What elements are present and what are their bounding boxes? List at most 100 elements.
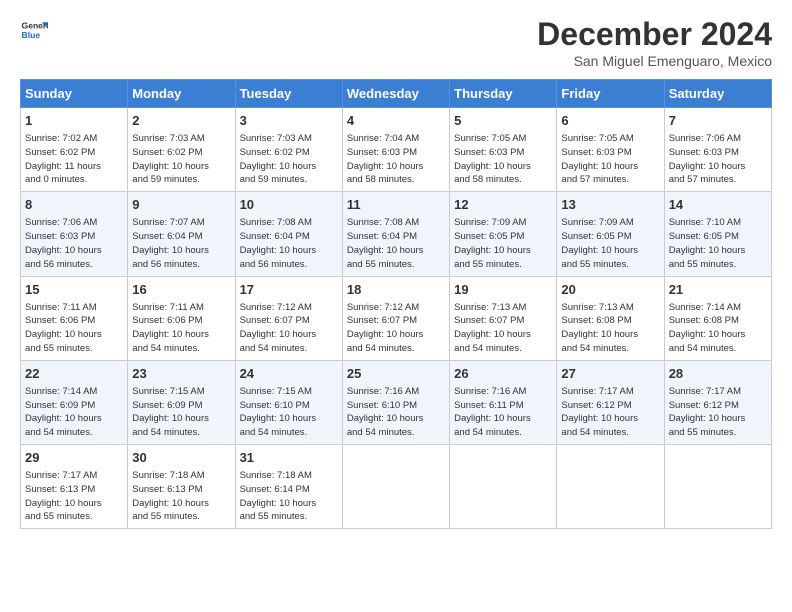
day-number: 12	[454, 196, 552, 214]
day-number: 13	[561, 196, 659, 214]
day-info: Sunrise: 7:18 AM Sunset: 6:14 PM Dayligh…	[240, 469, 338, 524]
calendar-subtitle: San Miguel Emenguaro, Mexico	[537, 53, 772, 69]
day-info: Sunrise: 7:11 AM Sunset: 6:06 PM Dayligh…	[25, 301, 123, 356]
day-info: Sunrise: 7:17 AM Sunset: 6:12 PM Dayligh…	[561, 385, 659, 440]
calendar-cell: 27 Sunrise: 7:17 AM Sunset: 6:12 PM Dayli…	[557, 360, 664, 444]
calendar-cell: 28Sunrise: 7:17 AM Sunset: 6:12 PM Dayli…	[664, 360, 771, 444]
calendar-cell: 13 Sunrise: 7:09 AM Sunset: 6:05 PM Dayli…	[557, 192, 664, 276]
calendar-cell	[450, 445, 557, 529]
day-number: 14	[669, 196, 767, 214]
day-number: 1	[25, 112, 123, 130]
calendar-cell	[664, 445, 771, 529]
day-info: Sunrise: 7:07 AM Sunset: 6:04 PM Dayligh…	[132, 216, 230, 271]
day-number: 26	[454, 365, 552, 383]
day-info: Sunrise: 7:16 AM Sunset: 6:11 PM Dayligh…	[454, 385, 552, 440]
calendar-cell: 2 Sunrise: 7:03 AM Sunset: 6:02 PM Daylig…	[128, 108, 235, 192]
day-number: 6	[561, 112, 659, 130]
day-info: Sunrise: 7:06 AM Sunset: 6:03 PM Dayligh…	[669, 132, 767, 187]
calendar-cell: 10Sunrise: 7:08 AM Sunset: 6:04 PM Dayli…	[235, 192, 342, 276]
day-number: 22	[25, 365, 123, 383]
calendar-cell: 9 Sunrise: 7:07 AM Sunset: 6:04 PM Daylig…	[128, 192, 235, 276]
day-number: 21	[669, 281, 767, 299]
logo: General Blue General Blue	[20, 16, 48, 44]
calendar-week-row: 1 Sunrise: 7:02 AM Sunset: 6:02 PM Daylig…	[21, 108, 772, 192]
calendar-table: SundayMondayTuesdayWednesdayThursdayFrid…	[20, 79, 772, 529]
day-number: 23	[132, 365, 230, 383]
weekday-header-wednesday: Wednesday	[342, 80, 449, 108]
day-info: Sunrise: 7:12 AM Sunset: 6:07 PM Dayligh…	[347, 301, 445, 356]
day-number: 20	[561, 281, 659, 299]
day-info: Sunrise: 7:09 AM Sunset: 6:05 PM Dayligh…	[561, 216, 659, 271]
day-number: 30	[132, 449, 230, 467]
title-block: December 2024 San Miguel Emenguaro, Mexi…	[537, 16, 772, 69]
day-info: Sunrise: 7:13 AM Sunset: 6:07 PM Dayligh…	[454, 301, 552, 356]
day-info: Sunrise: 7:05 AM Sunset: 6:03 PM Dayligh…	[454, 132, 552, 187]
calendar-cell: 19 Sunrise: 7:13 AM Sunset: 6:07 PM Dayli…	[450, 276, 557, 360]
day-info: Sunrise: 7:02 AM Sunset: 6:02 PM Dayligh…	[25, 132, 123, 187]
calendar-cell: 23 Sunrise: 7:15 AM Sunset: 6:09 PM Dayli…	[128, 360, 235, 444]
day-info: Sunrise: 7:17 AM Sunset: 6:13 PM Dayligh…	[25, 469, 123, 524]
svg-text:General: General	[22, 20, 48, 30]
day-number: 31	[240, 449, 338, 467]
day-info: Sunrise: 7:15 AM Sunset: 6:09 PM Dayligh…	[132, 385, 230, 440]
day-info: Sunrise: 7:16 AM Sunset: 6:10 PM Dayligh…	[347, 385, 445, 440]
day-info: Sunrise: 7:14 AM Sunset: 6:09 PM Dayligh…	[25, 385, 123, 440]
calendar-cell: 3 Sunrise: 7:03 AM Sunset: 6:02 PM Daylig…	[235, 108, 342, 192]
calendar-cell: 12 Sunrise: 7:09 AM Sunset: 6:05 PM Dayli…	[450, 192, 557, 276]
calendar-cell: 5 Sunrise: 7:05 AM Sunset: 6:03 PM Daylig…	[450, 108, 557, 192]
calendar-cell: 1 Sunrise: 7:02 AM Sunset: 6:02 PM Daylig…	[21, 108, 128, 192]
day-number: 9	[132, 196, 230, 214]
calendar-week-row: 8Sunrise: 7:06 AM Sunset: 6:03 PM Daylig…	[21, 192, 772, 276]
calendar-cell: 26 Sunrise: 7:16 AM Sunset: 6:11 PM Dayli…	[450, 360, 557, 444]
calendar-cell: 17 Sunrise: 7:12 AM Sunset: 6:07 PM Dayli…	[235, 276, 342, 360]
calendar-cell: 29 Sunrise: 7:17 AM Sunset: 6:13 PM Dayli…	[21, 445, 128, 529]
day-info: Sunrise: 7:08 AM Sunset: 6:04 PM Dayligh…	[240, 216, 338, 271]
day-number: 25	[347, 365, 445, 383]
weekday-header-tuesday: Tuesday	[235, 80, 342, 108]
day-info: Sunrise: 7:03 AM Sunset: 6:02 PM Dayligh…	[240, 132, 338, 187]
calendar-cell: 20 Sunrise: 7:13 AM Sunset: 6:08 PM Dayli…	[557, 276, 664, 360]
calendar-week-row: 22 Sunrise: 7:14 AM Sunset: 6:09 PM Dayli…	[21, 360, 772, 444]
day-info: Sunrise: 7:08 AM Sunset: 6:04 PM Dayligh…	[347, 216, 445, 271]
page-header: General Blue General Blue December 2024 …	[20, 16, 772, 69]
weekday-header-friday: Friday	[557, 80, 664, 108]
day-info: Sunrise: 7:05 AM Sunset: 6:03 PM Dayligh…	[561, 132, 659, 187]
day-number: 8	[25, 196, 123, 214]
day-number: 27	[561, 365, 659, 383]
svg-text:Blue: Blue	[22, 30, 41, 40]
calendar-cell: 22 Sunrise: 7:14 AM Sunset: 6:09 PM Dayli…	[21, 360, 128, 444]
day-number: 7	[669, 112, 767, 130]
day-info: Sunrise: 7:04 AM Sunset: 6:03 PM Dayligh…	[347, 132, 445, 187]
calendar-cell	[557, 445, 664, 529]
calendar-cell: 31 Sunrise: 7:18 AM Sunset: 6:14 PM Dayli…	[235, 445, 342, 529]
day-info: Sunrise: 7:12 AM Sunset: 6:07 PM Dayligh…	[240, 301, 338, 356]
calendar-cell: 24Sunrise: 7:15 AM Sunset: 6:10 PM Dayli…	[235, 360, 342, 444]
weekday-header-sunday: Sunday	[21, 80, 128, 108]
calendar-cell: 21Sunrise: 7:14 AM Sunset: 6:08 PM Dayli…	[664, 276, 771, 360]
day-info: Sunrise: 7:10 AM Sunset: 6:05 PM Dayligh…	[669, 216, 767, 271]
day-info: Sunrise: 7:13 AM Sunset: 6:08 PM Dayligh…	[561, 301, 659, 356]
day-number: 5	[454, 112, 552, 130]
day-number: 17	[240, 281, 338, 299]
day-number: 18	[347, 281, 445, 299]
logo-icon: General Blue	[20, 16, 48, 44]
day-info: Sunrise: 7:11 AM Sunset: 6:06 PM Dayligh…	[132, 301, 230, 356]
calendar-cell: 18 Sunrise: 7:12 AM Sunset: 6:07 PM Dayli…	[342, 276, 449, 360]
calendar-cell: 11 Sunrise: 7:08 AM Sunset: 6:04 PM Dayli…	[342, 192, 449, 276]
day-number: 3	[240, 112, 338, 130]
day-number: 19	[454, 281, 552, 299]
day-number: 11	[347, 196, 445, 214]
day-info: Sunrise: 7:15 AM Sunset: 6:10 PM Dayligh…	[240, 385, 338, 440]
day-info: Sunrise: 7:09 AM Sunset: 6:05 PM Dayligh…	[454, 216, 552, 271]
weekday-header-row: SundayMondayTuesdayWednesdayThursdayFrid…	[21, 80, 772, 108]
calendar-cell: 8Sunrise: 7:06 AM Sunset: 6:03 PM Daylig…	[21, 192, 128, 276]
day-info: Sunrise: 7:03 AM Sunset: 6:02 PM Dayligh…	[132, 132, 230, 187]
calendar-cell: 4Sunrise: 7:04 AM Sunset: 6:03 PM Daylig…	[342, 108, 449, 192]
day-number: 2	[132, 112, 230, 130]
calendar-cell: 6 Sunrise: 7:05 AM Sunset: 6:03 PM Daylig…	[557, 108, 664, 192]
calendar-cell: 25 Sunrise: 7:16 AM Sunset: 6:10 PM Dayli…	[342, 360, 449, 444]
day-number: 29	[25, 449, 123, 467]
day-info: Sunrise: 7:18 AM Sunset: 6:13 PM Dayligh…	[132, 469, 230, 524]
weekday-header-saturday: Saturday	[664, 80, 771, 108]
calendar-cell: 16Sunrise: 7:11 AM Sunset: 6:06 PM Dayli…	[128, 276, 235, 360]
